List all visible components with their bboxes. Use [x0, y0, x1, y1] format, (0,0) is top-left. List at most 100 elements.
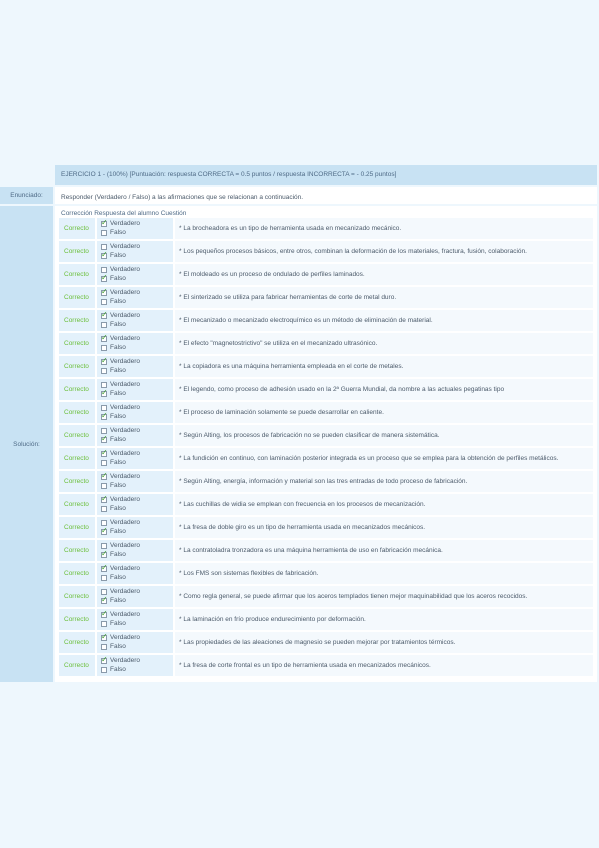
falso-checkbox[interactable] — [101, 250, 108, 259]
question-text: * La fundición en continuo, con laminaci… — [175, 448, 593, 469]
falso-checkbox[interactable] — [101, 549, 108, 558]
question-row: CorrectoVerdaderoFalso* Las cuchillas de… — [59, 494, 593, 515]
falso-checkbox[interactable] — [101, 229, 107, 236]
question-list: CorrectoVerdaderoFalso* La brocheadora e… — [55, 218, 597, 676]
answer-options: VerdaderoFalso — [97, 287, 173, 308]
falso-checkbox[interactable] — [101, 459, 107, 466]
correction-status: Correcto — [59, 310, 95, 331]
verdadero-checkbox[interactable] — [101, 563, 108, 572]
falso-checkbox[interactable] — [101, 482, 107, 489]
question-row: CorrectoVerdaderoFalso* La brocheadora e… — [59, 218, 593, 239]
exercise-table: EJERCICIO 1 - (100%) [Puntuación: respue… — [0, 165, 599, 682]
verdadero-checkbox[interactable] — [101, 471, 108, 480]
question-text: * La brocheadora es un tipo de herramien… — [175, 218, 593, 239]
correction-status: Correcto — [59, 609, 95, 630]
option-falso: Falso — [101, 366, 173, 375]
falso-checkbox[interactable] — [101, 505, 107, 512]
question-text: * El moldeado es un proceso de ondulado … — [175, 264, 593, 285]
option-falso: Falso — [101, 228, 173, 237]
falso-checkbox[interactable] — [101, 643, 107, 650]
option-falso: Falso — [101, 458, 173, 467]
answer-options: VerdaderoFalso — [97, 563, 173, 584]
header-spacer — [0, 165, 53, 185]
option-label: Verdadero — [110, 381, 140, 389]
falso-checkbox[interactable] — [101, 666, 107, 673]
question-row: CorrectoVerdaderoFalso* Como regla gener… — [59, 586, 593, 607]
answer-options: VerdaderoFalso — [97, 517, 173, 538]
verdadero-checkbox[interactable] — [101, 655, 108, 664]
answer-options: VerdaderoFalso — [97, 310, 173, 331]
falso-checkbox[interactable] — [101, 367, 107, 374]
verdadero-checkbox[interactable] — [101, 632, 108, 641]
option-verdadero: Verdadero — [101, 426, 173, 435]
option-verdadero: Verdadero — [101, 563, 173, 573]
correction-status: Correcto — [59, 287, 95, 308]
option-falso: Falso — [101, 388, 173, 398]
verdadero-checkbox[interactable] — [101, 448, 108, 457]
falso-checkbox[interactable] — [101, 411, 108, 420]
option-label: Falso — [110, 666, 126, 674]
option-verdadero: Verdadero — [101, 287, 173, 297]
option-falso: Falso — [101, 549, 173, 559]
correction-status: Correcto — [59, 563, 95, 584]
falso-checkbox[interactable] — [101, 388, 108, 397]
option-label: Falso — [110, 252, 126, 260]
question-text: * Como regla general, se puede afirmar q… — [175, 586, 593, 607]
option-verdadero: Verdadero — [101, 609, 173, 619]
option-falso: Falso — [101, 619, 173, 628]
verdadero-checkbox[interactable] — [101, 287, 108, 296]
verdadero-checkbox[interactable] — [101, 310, 108, 319]
option-label: Verdadero — [110, 657, 140, 665]
option-label: Verdadero — [110, 565, 140, 573]
falso-checkbox[interactable] — [101, 321, 107, 328]
question-text: * El proceso de laminación solamente se … — [175, 402, 593, 423]
question-row: CorrectoVerdaderoFalso* Las propiedades … — [59, 632, 593, 653]
option-label: Verdadero — [110, 473, 140, 481]
option-verdadero: Verdadero — [101, 541, 173, 550]
option-label: Verdadero — [110, 335, 140, 343]
question-text: * Según Alting, los procesos de fabricac… — [175, 425, 593, 446]
answer-options: VerdaderoFalso — [97, 540, 173, 561]
page: EJERCICIO 1 - (100%) [Puntuación: respue… — [0, 0, 599, 848]
option-label: Verdadero — [110, 404, 140, 412]
answer-options: VerdaderoFalso — [97, 586, 173, 607]
option-label: Verdadero — [110, 427, 140, 435]
falso-checkbox[interactable] — [101, 344, 107, 351]
question-text: * La contratoladra tronzadora es una máq… — [175, 540, 593, 561]
question-row: CorrectoVerdaderoFalso* El efecto "magne… — [59, 333, 593, 354]
option-label: Verdadero — [110, 289, 140, 297]
option-falso: Falso — [101, 411, 173, 421]
question-row: CorrectoVerdaderoFalso* La fresa de dobl… — [59, 517, 593, 538]
option-verdadero: Verdadero — [101, 356, 173, 366]
option-label: Falso — [110, 620, 126, 628]
option-verdadero: Verdadero — [101, 655, 173, 665]
falso-checkbox[interactable] — [101, 574, 107, 581]
option-label: Verdadero — [110, 496, 140, 504]
option-label: Falso — [110, 597, 126, 605]
enunciado-text: Responder (Verdadero / Falso) a las afir… — [55, 187, 597, 204]
verdadero-checkbox[interactable] — [101, 609, 108, 618]
question-text: * El mecanizado o mecanizado electroquím… — [175, 310, 593, 331]
question-row: CorrectoVerdaderoFalso* La laminación en… — [59, 609, 593, 630]
falso-checkbox[interactable] — [101, 526, 108, 535]
option-verdadero: Verdadero — [101, 310, 173, 320]
option-label: Verdadero — [110, 243, 140, 251]
question-text: * La copiadora es una máquina herramient… — [175, 356, 593, 377]
question-text: * La fresa de corte frontal es un tipo d… — [175, 655, 593, 676]
verdadero-checkbox[interactable] — [101, 333, 108, 342]
falso-checkbox[interactable] — [101, 298, 107, 305]
falso-checkbox[interactable] — [101, 434, 108, 443]
correction-status: Correcto — [59, 218, 95, 239]
verdadero-checkbox[interactable] — [101, 356, 108, 365]
question-row: CorrectoVerdaderoFalso* El sinterizado s… — [59, 287, 593, 308]
falso-checkbox[interactable] — [101, 595, 108, 604]
falso-checkbox[interactable] — [101, 273, 108, 282]
verdadero-checkbox[interactable] — [101, 218, 108, 227]
solucion-columns-header: Corrección Respuesta del alumno Cuestión — [61, 210, 187, 217]
question-text: * Las cuchillas de widia se emplean con … — [175, 494, 593, 515]
verdadero-checkbox[interactable] — [101, 494, 108, 503]
exercise-header: EJERCICIO 1 - (100%) [Puntuación: respue… — [55, 165, 597, 185]
option-label: Falso — [110, 321, 126, 329]
falso-checkbox[interactable] — [101, 620, 107, 627]
question-row: CorrectoVerdaderoFalso* Los FMS son sist… — [59, 563, 593, 584]
